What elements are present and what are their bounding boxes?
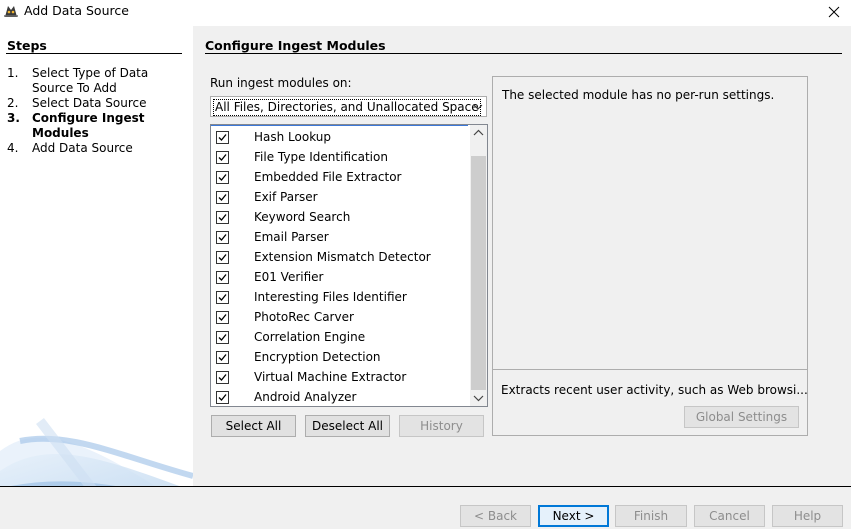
list-focus-line	[211, 125, 468, 126]
wizard-button-bar: < Back Next > Finish Cancel Help	[0, 486, 851, 529]
module-checkbox[interactable]	[216, 211, 229, 224]
history-button[interactable]: History	[399, 415, 484, 437]
module-settings-panel: The selected module has no per-run setti…	[492, 76, 808, 436]
module-label: File Type Identification	[254, 150, 388, 164]
module-checkbox[interactable]	[216, 151, 229, 164]
steps-heading: Steps	[7, 38, 47, 53]
chevron-down-icon	[472, 100, 484, 114]
module-label: Interesting Files Identifier	[254, 290, 407, 304]
checkmark-icon	[218, 294, 227, 301]
module-checkbox[interactable]	[216, 271, 229, 284]
title-bar: Add Data Source	[0, 0, 851, 24]
module-list-scrollbar[interactable]	[470, 125, 487, 406]
module-checkbox[interactable]	[216, 391, 229, 404]
module-row[interactable]: Interesting Files Identifier	[211, 287, 470, 307]
module-checkbox[interactable]	[216, 291, 229, 304]
finish-button[interactable]: Finish	[615, 505, 687, 527]
ingest-module-list[interactable]: Hash Lookup File Type Identification Embed…	[210, 124, 488, 407]
back-button[interactable]: < Back	[460, 505, 531, 527]
autopsy-app-icon	[3, 3, 19, 19]
module-row[interactable]: Exif Parser	[211, 187, 470, 207]
module-row[interactable]: File Type Identification	[211, 147, 470, 167]
step-number: 2.	[7, 96, 19, 110]
global-settings-button[interactable]: Global Settings	[684, 406, 799, 428]
settings-message: The selected module has no per-run setti…	[502, 88, 775, 102]
step-number: 1.	[7, 66, 19, 80]
module-label: Extension Mismatch Detector	[254, 250, 431, 264]
title-divider	[205, 53, 842, 54]
module-description: Extracts recent user activity, such as W…	[501, 383, 808, 397]
checkmark-icon	[218, 314, 227, 321]
module-row[interactable]: Extension Mismatch Detector	[211, 247, 470, 267]
module-checkbox[interactable]	[216, 351, 229, 364]
scroll-down-icon[interactable]	[470, 389, 487, 406]
decorative-wave-graphic	[0, 381, 193, 486]
module-row[interactable]: PhotoRec Carver	[211, 307, 470, 327]
module-label: E01 Verifier	[254, 270, 324, 284]
module-row[interactable]: Hash Lookup	[211, 127, 470, 147]
module-label: Keyword Search	[254, 210, 351, 224]
close-icon	[828, 6, 840, 18]
module-row[interactable]: Keyword Search	[211, 207, 470, 227]
module-row[interactable]: Correlation Engine	[211, 327, 470, 347]
module-row[interactable]: Email Parser	[211, 227, 470, 247]
select-all-button[interactable]: Select All	[211, 415, 296, 437]
scroll-up-icon[interactable]	[470, 125, 487, 142]
step-label: Select Type of Data Source To Add	[32, 66, 149, 95]
next-button[interactable]: Next >	[538, 505, 609, 527]
module-label: Embedded File Extractor	[254, 170, 402, 184]
scroll-thumb[interactable]	[471, 156, 486, 390]
help-button[interactable]: Help	[772, 505, 843, 527]
module-label: Android Analyzer	[254, 390, 357, 404]
window-title: Add Data Source	[24, 3, 129, 18]
module-checkbox[interactable]	[216, 231, 229, 244]
module-checkbox[interactable]	[216, 131, 229, 144]
step-number: 4.	[7, 141, 19, 155]
checkmark-icon	[218, 214, 227, 221]
steps-divider	[6, 53, 182, 54]
module-checkbox[interactable]	[216, 331, 229, 344]
module-label: PhotoRec Carver	[254, 310, 354, 324]
module-row[interactable]: Android Analyzer	[211, 387, 470, 406]
close-button[interactable]	[817, 0, 851, 24]
module-label: Exif Parser	[254, 190, 318, 204]
deselect-all-button[interactable]: Deselect All	[305, 415, 390, 437]
run-on-selected-value: All Files, Directories, and Unallocated …	[213, 99, 481, 116]
module-checkbox[interactable]	[216, 371, 229, 384]
checkmark-icon	[218, 334, 227, 341]
module-checkbox[interactable]	[216, 191, 229, 204]
steps-panel: Steps 1. Select Type of Data Source To A…	[0, 26, 193, 486]
checkmark-icon	[218, 154, 227, 161]
checkmark-icon	[218, 174, 227, 181]
module-checkbox[interactable]	[216, 311, 229, 324]
module-checkbox[interactable]	[216, 171, 229, 184]
module-checkbox[interactable]	[216, 251, 229, 264]
module-row[interactable]: Virtual Machine Extractor	[211, 367, 470, 387]
checkmark-icon	[218, 374, 227, 381]
run-on-dropdown[interactable]: All Files, Directories, and Unallocated …	[210, 96, 487, 117]
module-label: Email Parser	[254, 230, 329, 244]
page-title: Configure Ingest Modules	[205, 38, 386, 53]
checkmark-icon	[218, 254, 227, 261]
checkmark-icon	[218, 134, 227, 141]
checkmark-icon	[218, 274, 227, 281]
module-row[interactable]: E01 Verifier	[211, 267, 470, 287]
per-run-settings-area: The selected module has no per-run setti…	[493, 77, 807, 370]
checkmark-icon	[218, 354, 227, 361]
step-label: Add Data Source	[32, 141, 133, 155]
module-label: Encryption Detection	[254, 350, 381, 364]
step-label: Select Data Source	[32, 96, 147, 110]
step-label: Configure Ingest Modules	[32, 111, 145, 140]
module-label: Hash Lookup	[254, 130, 332, 144]
module-row[interactable]: Encryption Detection	[211, 347, 470, 367]
module-label: Virtual Machine Extractor	[254, 370, 407, 384]
checkmark-icon	[218, 394, 227, 401]
step-number: 3.	[7, 111, 20, 125]
cancel-button[interactable]: Cancel	[694, 505, 765, 527]
checkmark-icon	[218, 234, 227, 241]
module-label: Correlation Engine	[254, 330, 366, 344]
run-on-label: Run ingest modules on:	[210, 76, 352, 90]
checkmark-icon	[218, 194, 227, 201]
module-row[interactable]: Embedded File Extractor	[211, 167, 470, 187]
